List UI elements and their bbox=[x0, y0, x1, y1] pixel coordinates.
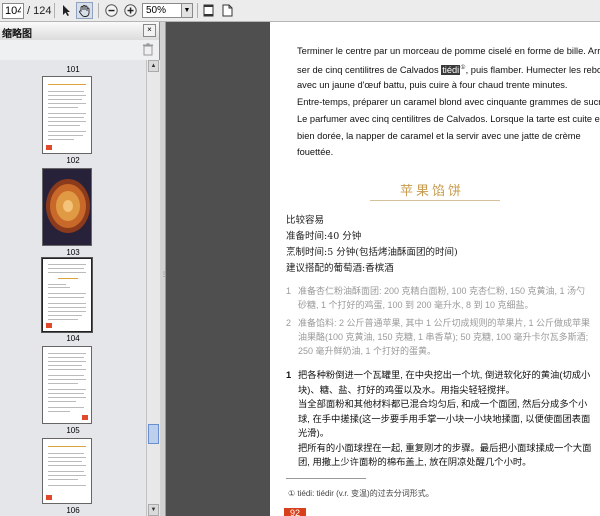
zoom-out-icon bbox=[105, 4, 118, 17]
document-view[interactable]: Terminer le centre par un morceau de pom… bbox=[166, 22, 600, 516]
step-text: 把各种粉倒进一个瓦罐里, 在中央挖出一个坑, 倒进软化好的黄油(切成小 bbox=[298, 370, 591, 380]
ingredient-number: 1 bbox=[286, 286, 292, 296]
document-page: Terminer le centre par un morceau de pom… bbox=[270, 22, 600, 516]
scroll-up-arrow[interactable]: ▲ bbox=[148, 60, 159, 72]
thumbnail-page-103[interactable] bbox=[42, 168, 92, 246]
step-text: 当全部面粉和其他材料都已混合均匀后, 和成一个面团, 然后分成多个小 bbox=[298, 399, 588, 409]
hand-icon bbox=[79, 5, 90, 17]
cursor-icon bbox=[63, 5, 70, 16]
hand-tool-button[interactable] bbox=[76, 2, 93, 19]
close-icon: × bbox=[147, 25, 152, 34]
chevron-up-icon: ▲ bbox=[150, 63, 157, 69]
page-number-input[interactable] bbox=[2, 3, 24, 19]
toolbar-separator bbox=[54, 3, 55, 18]
thumbnail-label: 106 bbox=[66, 506, 80, 515]
zoom-out-button[interactable] bbox=[103, 2, 120, 19]
zoom-level-field[interactable]: 50% bbox=[142, 3, 182, 18]
ingredient-text: 准备杏仁粉油酥面团: 200 克精白面粉, 100 克杏仁粉, 150 克黄油,… bbox=[298, 286, 586, 296]
chevron-down-icon: ▼ bbox=[183, 7, 191, 14]
french-text-segment: ser de cinq centilitres de Calvados bbox=[297, 65, 442, 76]
french-text-line: Terminer le centre par un morceau de pom… bbox=[297, 46, 600, 56]
thumbnail-label: 103 bbox=[66, 248, 80, 257]
fit-width-button[interactable] bbox=[219, 2, 236, 19]
tart-photo-image bbox=[43, 169, 91, 245]
footnote-rule bbox=[286, 478, 366, 479]
thumbnail-label: 101 bbox=[66, 65, 80, 74]
thumbnail-page-104-current[interactable] bbox=[41, 257, 93, 333]
french-text-line: Le parfumer avec cinq centilitres de Cal… bbox=[297, 114, 600, 124]
zoom-in-icon bbox=[124, 4, 137, 17]
thumbnail-page-106[interactable] bbox=[42, 438, 92, 504]
splitter-grip-icon: ⋮ bbox=[161, 272, 167, 278]
thumbnails-toolbar bbox=[0, 40, 159, 61]
ingredient-text: 油果酪(100 克黄油, 150 克糖, 1 串香草); 50 克糖, 100 … bbox=[298, 332, 589, 342]
footnote: ① tiédi: tiédir (v.r. 变温)的过去分词形式。 bbox=[288, 489, 434, 498]
title-underline bbox=[370, 200, 500, 201]
french-text-line: fouettée. bbox=[297, 147, 334, 157]
french-text-segment: , puis flamber. Humecter les rebords bbox=[465, 65, 600, 76]
recipe-meta: 准备时间:40 分钟 bbox=[286, 231, 362, 242]
thumbnail-page-102[interactable] bbox=[42, 76, 92, 154]
thumbnail-label: 102 bbox=[66, 156, 80, 165]
zoom-dropdown-arrow[interactable]: ▼ bbox=[182, 3, 193, 18]
recipe-meta: 建议搭配的葡萄酒:香槟酒 bbox=[286, 263, 394, 274]
french-text-line: avec un jaune d'œuf battu, puis cuire à … bbox=[297, 80, 568, 90]
page-number-badge: 92 bbox=[284, 508, 306, 516]
recipe-meta: 烹制时间:5 分钟(包括烤油酥面团的时间) bbox=[286, 247, 458, 258]
thumbnails-panel-header: 缩略图 × bbox=[0, 22, 159, 41]
toolbar-separator bbox=[197, 3, 198, 18]
ingredient-item: 2 准备馅料: 2 公斤普通苹果, 其中 1 公斤切成规则的苹果片, 1 公斤做成… bbox=[286, 316, 590, 358]
step-text: 光滑)。 bbox=[298, 428, 329, 438]
ingredient-item: 1 准备杏仁粉油酥面团: 200 克精白面粉, 100 克杏仁粉, 150 克黄油… bbox=[286, 284, 585, 312]
thumbnails-panel: 缩略图 × 101 102 103 104 105 106 ▲ ▼ bbox=[0, 22, 160, 516]
step-text: 球, 在手中搓揉(这一步要手用手掌一小块一小块地揉面, 以便使面团表面 bbox=[298, 413, 591, 424]
thumbnails-scrollbar[interactable]: ▲ ▼ bbox=[146, 60, 160, 516]
trash-icon[interactable] bbox=[142, 43, 154, 56]
fit-page-button[interactable] bbox=[200, 2, 217, 19]
french-text-line: Entre-temps, préparer un caramel blond a… bbox=[297, 97, 600, 107]
close-panel-button[interactable]: × bbox=[143, 24, 156, 37]
step-text: 把所有的小面球捏在一起, 重复刚才的步骤。最后把小面球揉成一个大面 bbox=[298, 442, 592, 453]
fit-width-icon bbox=[222, 4, 233, 17]
ingredient-text: 250 毫升鲜奶油, 1 个打好的蛋黄。 bbox=[298, 346, 437, 356]
select-tool-button[interactable] bbox=[58, 2, 75, 19]
highlighted-word: tiédi bbox=[441, 65, 461, 76]
recipe-meta: 比较容易 bbox=[286, 215, 325, 226]
thumbnail-list[interactable]: 101 102 103 104 105 106 bbox=[0, 60, 146, 516]
ingredient-text: 砂糖, 1 个打好的鸡蛋, 100 到 200 毫升水, 8 到 10 克细盐。 bbox=[298, 300, 534, 310]
scrollbar-thumb[interactable] bbox=[148, 424, 159, 444]
french-text-line: ser de cinq centilitres de Calvados tiéd… bbox=[297, 62, 600, 76]
step-text: 块)、糖、盐、打好的鸡蛋以及水。用指尖轻轻搅拌。 bbox=[298, 384, 515, 395]
step-text: 团, 用撒上少许面粉的棉布盖上, 放在阴凉处醒几个小时。 bbox=[298, 457, 532, 467]
ingredient-number: 2 bbox=[286, 318, 292, 328]
zoom-in-button[interactable] bbox=[122, 2, 139, 19]
step-number: 1 bbox=[286, 370, 292, 380]
step-item: 1 把各种粉倒进一个瓦罐里, 在中央挖出一个坑, 倒进软化好的黄油(切成小 块)、… bbox=[286, 368, 591, 470]
thumbnails-panel-title: 缩略图 bbox=[2, 29, 32, 40]
french-text-line: bien dorée, la napper de caramel et la s… bbox=[297, 131, 581, 141]
fit-page-icon bbox=[203, 4, 214, 17]
thumbnail-label: 105 bbox=[66, 426, 80, 435]
toolbar-separator bbox=[98, 3, 99, 18]
thumbnail-page-105[interactable] bbox=[42, 346, 92, 424]
chevron-down-icon: ▼ bbox=[150, 507, 157, 513]
page-total: / 124 bbox=[27, 5, 52, 17]
scroll-down-arrow[interactable]: ▼ bbox=[148, 504, 159, 516]
recipe-title: 苹果馅饼 bbox=[400, 183, 465, 198]
thumbnail-label: 104 bbox=[66, 334, 80, 343]
ingredient-text: 准备馅料: 2 公斤普通苹果, 其中 1 公斤切成规则的苹果片, 1 公斤做成苹… bbox=[298, 318, 591, 328]
toolbar: / 124 50% ▼ bbox=[0, 0, 600, 22]
